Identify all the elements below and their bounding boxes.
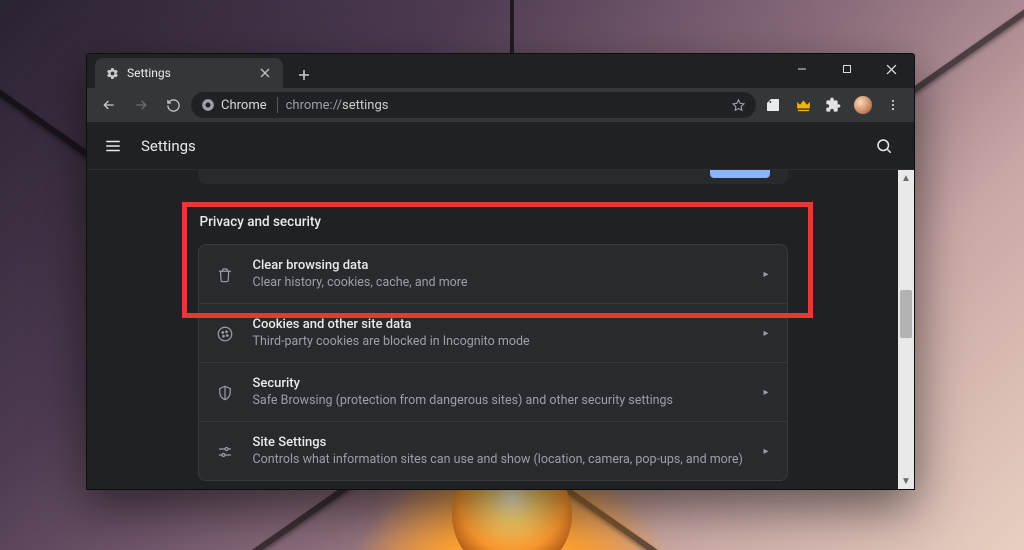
forward-button[interactable]	[127, 91, 155, 119]
maximize-button[interactable]	[824, 54, 869, 84]
desktop-wallpaper: Settings	[0, 0, 1024, 550]
back-button[interactable]	[95, 91, 123, 119]
window-controls	[779, 54, 914, 84]
row-title: Cookies and other site data	[253, 317, 746, 332]
page-title: Settings	[141, 137, 196, 155]
close-window-button[interactable]	[869, 54, 914, 84]
content-area: Privacy and security Clear browsing data…	[87, 170, 914, 489]
url-text: chrome://settings	[286, 98, 389, 113]
sliders-icon	[215, 441, 235, 461]
reload-button[interactable]	[159, 91, 187, 119]
privacy-section: Privacy and security Clear browsing data…	[198, 210, 788, 481]
settings-appbar: Settings	[87, 122, 914, 170]
row-security[interactable]: Security Safe Browsing (protection from …	[199, 362, 787, 421]
site-chip-label: Chrome	[221, 98, 267, 113]
extensions-puzzle-icon[interactable]	[820, 92, 846, 118]
scroll-up-icon[interactable]: ▲	[898, 170, 914, 186]
chevron-right-icon: ▸	[763, 387, 768, 398]
titlebar: Settings	[87, 54, 914, 88]
chevron-right-icon: ▸	[763, 269, 768, 280]
scroll-down-icon[interactable]: ▼	[898, 473, 914, 489]
row-title: Clear browsing data	[253, 258, 746, 273]
shield-icon	[215, 382, 235, 402]
chevron-right-icon: ▸	[763, 328, 768, 339]
site-chip: Chrome	[201, 97, 278, 113]
bookmark-star-icon[interactable]	[731, 98, 746, 113]
row-cookies[interactable]: Cookies and other site data Third-party …	[199, 303, 787, 362]
chevron-right-icon: ▸	[763, 446, 768, 457]
browser-tab[interactable]: Settings	[95, 58, 283, 88]
address-bar[interactable]: Chrome chrome://settings	[191, 92, 756, 118]
hamburger-menu-icon[interactable]	[103, 136, 123, 156]
row-title: Site Settings	[253, 435, 746, 450]
search-settings-button[interactable]	[870, 132, 898, 160]
browser-window: Settings	[86, 53, 915, 490]
row-subtitle: Clear history, cookies, cache, and more	[253, 275, 746, 290]
scrollbar[interactable]: ▲ ▼	[898, 170, 914, 489]
gear-icon	[105, 66, 119, 80]
cookie-icon	[215, 323, 235, 343]
row-clear-browsing-data[interactable]: Clear browsing data Clear history, cooki…	[199, 245, 787, 303]
new-tab-button[interactable]	[291, 62, 317, 88]
section-title: Privacy and security	[198, 210, 788, 244]
partial-primary-button[interactable]	[710, 170, 770, 178]
close-tab-icon[interactable]	[257, 65, 273, 81]
row-subtitle: Controls what information sites can use …	[253, 452, 746, 467]
scrollbar-thumb[interactable]	[900, 290, 912, 338]
row-subtitle: Safe Browsing (protection from dangerous…	[253, 393, 746, 408]
avatar-icon	[853, 95, 873, 115]
extension-crown-icon[interactable]	[790, 92, 816, 118]
row-title: Security	[253, 376, 746, 391]
minimize-button[interactable]	[779, 54, 824, 84]
toolbar: Chrome chrome://settings	[87, 88, 914, 122]
trash-icon	[215, 264, 235, 284]
tab-title: Settings	[127, 66, 171, 80]
extension-tag-icon[interactable]	[760, 92, 786, 118]
chrome-icon	[201, 98, 215, 112]
browser-menu-button[interactable]	[880, 92, 906, 118]
previous-card-bottom	[198, 170, 788, 184]
divider	[277, 97, 278, 113]
row-subtitle: Third-party cookies are blocked in Incog…	[253, 334, 746, 349]
privacy-card: Clear browsing data Clear history, cooki…	[198, 244, 788, 481]
settings-content[interactable]: Privacy and security Clear browsing data…	[87, 170, 898, 489]
row-site-settings[interactable]: Site Settings Controls what information …	[199, 421, 787, 480]
profile-avatar[interactable]	[850, 92, 876, 118]
